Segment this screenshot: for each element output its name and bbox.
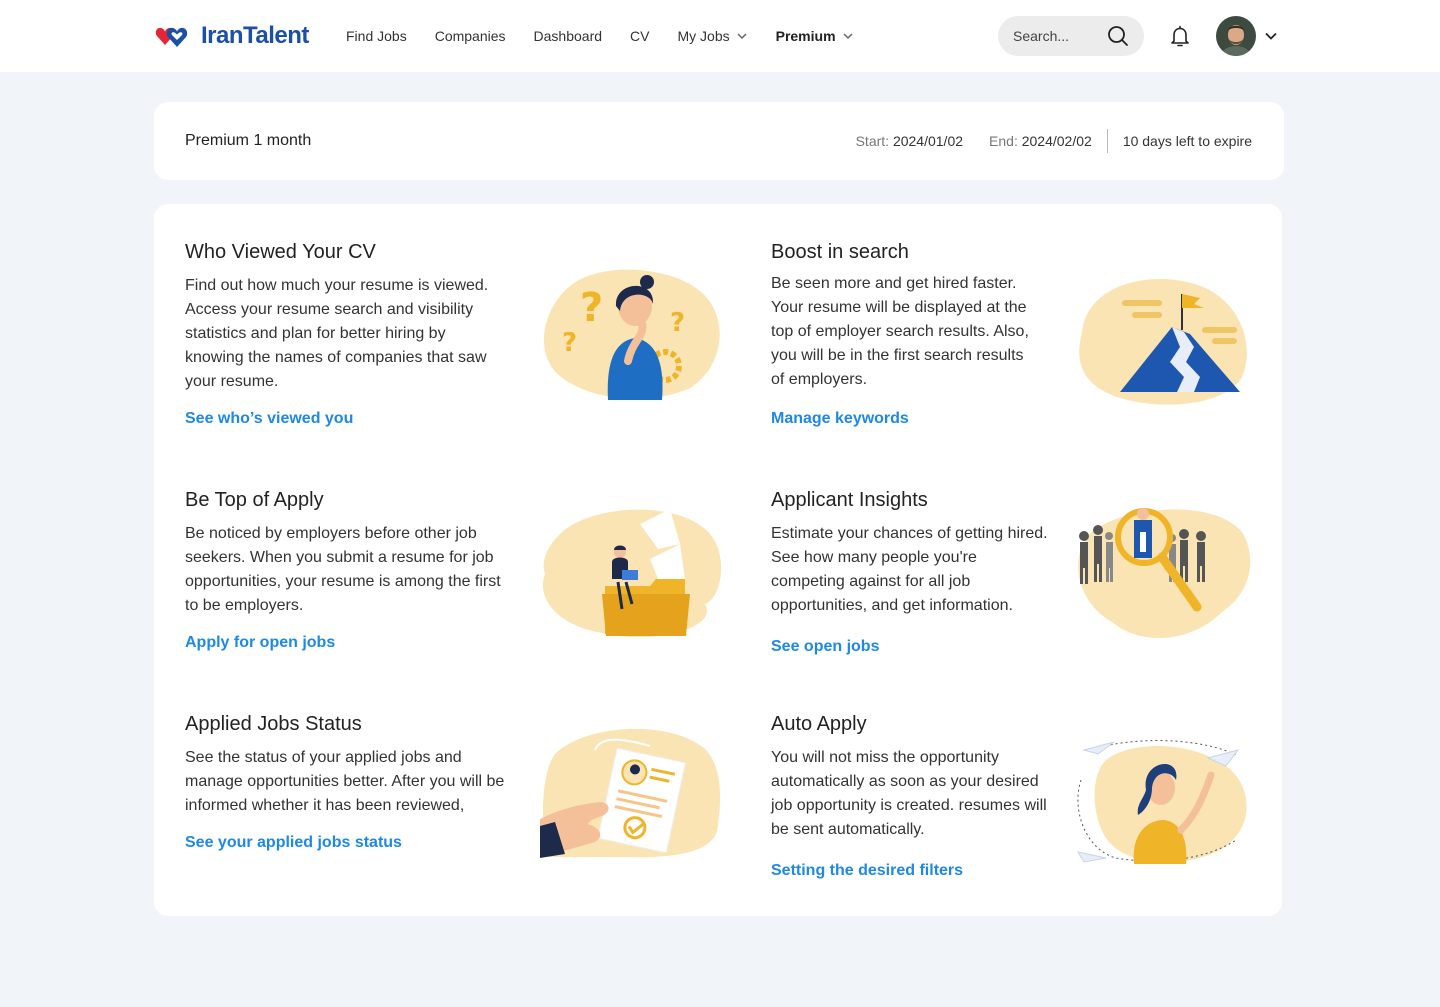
feature-title: Applicant Insights — [771, 489, 928, 511]
nav-cv-label: CV — [630, 28, 650, 44]
feature-who-viewed: Who Viewed Your CV Find out how much you… — [185, 240, 505, 428]
feature-description: You will not miss the opportunity automa… — [771, 749, 1047, 838]
feature-title: Be Top of Apply — [185, 489, 324, 511]
search-input[interactable] — [1013, 28, 1103, 44]
apply-open-jobs-link[interactable]: Apply for open jobs — [185, 634, 505, 652]
svg-text:?: ? — [670, 308, 685, 338]
chevron-down-icon[interactable] — [1264, 29, 1278, 43]
nav-cv[interactable]: CV — [630, 28, 649, 44]
feature-boost-search: Boost in search Be seen more and get hir… — [771, 240, 1041, 428]
feature-auto-apply: Auto Apply You will not miss the opportu… — [771, 712, 1051, 880]
chevron-down-icon — [737, 33, 747, 40]
feature-description: See the status of your applied jobs and … — [185, 749, 505, 814]
logo-text: IranTalent — [201, 22, 309, 49]
nav-companies[interactable]: Companies — [435, 28, 506, 44]
search-box — [998, 16, 1144, 56]
main-nav: Find Jobs Companies Dashboard CV My Jobs… — [346, 0, 882, 72]
feature-description: Be seen more and get hired faster. Your … — [771, 275, 1029, 388]
thinking-woman-illustration: ? ? ? — [543, 269, 720, 400]
svg-text:?: ? — [580, 285, 603, 331]
see-applied-jobs-link[interactable]: See your applied jobs status — [185, 834, 505, 852]
nav-companies-label: Companies — [434, 28, 506, 44]
irantalent-logo[interactable]: IranTalent — [155, 22, 309, 50]
svg-text:?: ? — [562, 328, 577, 358]
start-date: Start: 2024/01/02 — [856, 133, 963, 149]
feature-description: Be noticed by employers before other job… — [185, 525, 501, 614]
nav-find-jobs-label: Find Jobs — [346, 28, 407, 44]
see-who-viewed-link[interactable]: See who’s viewed you — [185, 410, 505, 428]
nav-my-jobs[interactable]: My Jobs — [677, 28, 747, 44]
feature-description: Find out how much your resume is viewed.… — [185, 277, 489, 390]
manage-keywords-link[interactable]: Manage keywords — [771, 410, 1041, 428]
start-value: 2024/01/02 — [892, 133, 964, 149]
nav-dashboard-label: Dashboard — [533, 28, 603, 44]
plan-dates: Start: 2024/01/02 End: 2024/02/02 10 day… — [830, 102, 1252, 180]
mountain-flag-illustration — [1079, 279, 1247, 405]
nav-find-jobs[interactable]: Find Jobs — [346, 28, 407, 44]
search-icon[interactable] — [1107, 25, 1129, 47]
top-header: IranTalent Find Jobs Companies Dashboard… — [0, 0, 1440, 72]
plan-name: Premium 1 month — [185, 132, 312, 149]
magnifier-people-illustration — [1078, 508, 1251, 639]
nav-premium-label: Premium — [775, 28, 836, 44]
expire-notice: 10 days left to expire — [1122, 133, 1252, 149]
feature-title: Boost in search — [771, 241, 909, 263]
end-value: 2024/02/02 — [1021, 133, 1092, 149]
premium-summary-card: Premium 1 month Start: 2024/01/02 End: 2… — [154, 102, 1284, 180]
end-label: End: — [989, 133, 1018, 149]
feature-title: Who Viewed Your CV — [185, 241, 376, 263]
paper-plane-woman-illustration — [1076, 740, 1247, 864]
premium-features-card: Who Viewed Your CV Find out how much you… — [154, 204, 1282, 916]
nav-premium[interactable]: Premium — [776, 28, 854, 44]
resume-check-illustration — [540, 728, 721, 858]
avatar[interactable] — [1216, 16, 1256, 56]
chevron-down-icon — [843, 33, 853, 40]
nav-dashboard[interactable]: Dashboard — [534, 28, 603, 44]
feature-title: Auto Apply — [771, 713, 867, 735]
nav-my-jobs-label: My Jobs — [677, 28, 730, 44]
setting-filters-link[interactable]: Setting the desired filters — [771, 862, 1051, 880]
feature-applicant-insights: Applicant Insights Estimate your chances… — [771, 488, 1051, 656]
feature-applied-jobs-status: Applied Jobs Status See the status of yo… — [185, 712, 505, 852]
folder-woman-illustration — [542, 509, 722, 638]
see-open-jobs-link[interactable]: See open jobs — [771, 638, 1051, 656]
feature-title: Applied Jobs Status — [185, 713, 362, 735]
logo-hearts-icon — [155, 27, 188, 47]
divider — [1106, 129, 1108, 153]
user-avatar-image — [1216, 16, 1256, 56]
start-label: Start: — [855, 133, 890, 149]
bell-icon[interactable] — [1168, 24, 1192, 48]
end-date: End: 2024/02/02 — [989, 133, 1092, 149]
feature-description: Estimate your chances of getting hired. … — [771, 525, 1048, 614]
feature-top-of-apply: Be Top of Apply Be noticed by employers … — [185, 488, 505, 652]
